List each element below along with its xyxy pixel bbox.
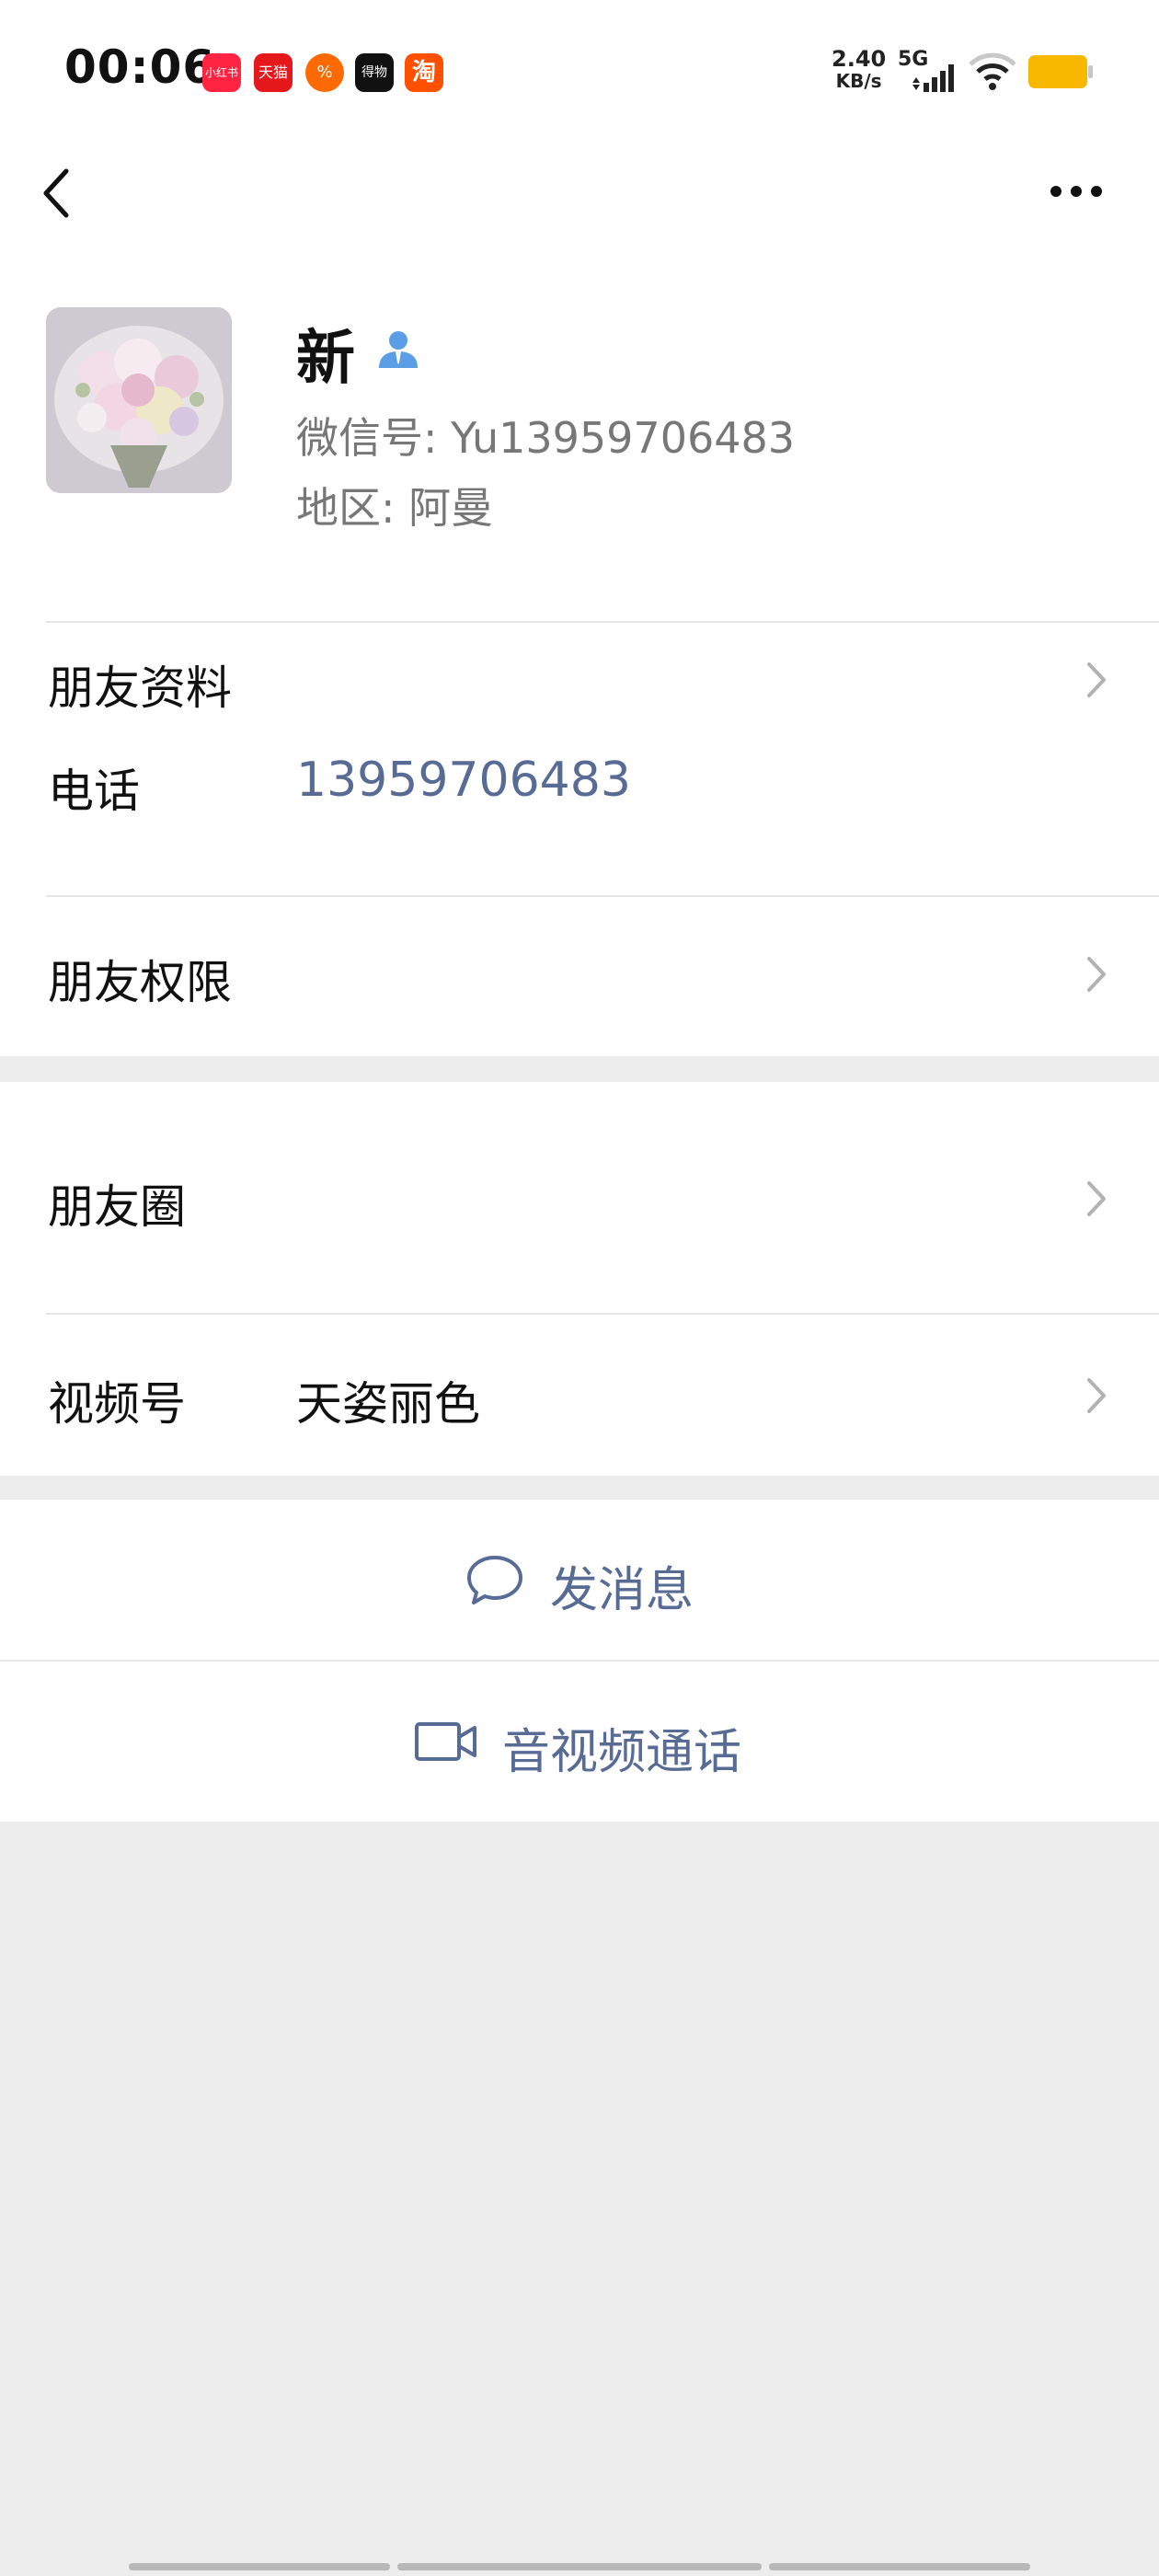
moments-label: 朋友圈 (48, 1180, 186, 1234)
chat-bubble-icon (467, 1556, 522, 1604)
moments-section: 朋友圈 视频号 天姿丽色 (0, 1082, 1159, 1476)
moments-row[interactable]: 朋友圈 (0, 1082, 1159, 1314)
taobao-app-icon: 淘 (405, 53, 443, 92)
friend-info-row[interactable]: 朋友资料 (0, 622, 1159, 723)
home-indicator[interactable] (769, 2563, 1030, 2570)
chevron-right-icon (1087, 662, 1106, 697)
home-indicator[interactable] (397, 2563, 762, 2570)
speed-value: 2.40 (832, 46, 887, 72)
send-message-button[interactable]: 发消息 (0, 1500, 1159, 1660)
flower-bouquet-image (46, 307, 232, 493)
avatar[interactable] (46, 307, 232, 493)
channels-row[interactable]: 视频号 天姿丽色 (0, 1314, 1159, 1476)
friend-permissions-row[interactable]: 朋友权限 (0, 896, 1159, 1054)
app-icon-orange: % (305, 53, 344, 92)
signal-icon (912, 64, 954, 92)
network-speed: 2.40 KB/s (832, 48, 886, 92)
section-gap (0, 1476, 1159, 1500)
profile-card: 新 微信号: Yu13959706483 地区: 阿曼 朋友资料 电话 1395… (0, 248, 1159, 1082)
chevron-right-icon (1087, 957, 1106, 992)
friend-permissions-label: 朋友权限 (48, 956, 232, 1009)
wifi-icon (969, 52, 1016, 90)
phone-number-link[interactable]: 13959706483 (296, 753, 631, 808)
region: 地区: 阿曼 (296, 483, 494, 533)
status-bar: 00:06 小红书 天猫 % 得物 淘 2.40 KB/s 5G (0, 0, 1159, 138)
back-icon[interactable] (33, 166, 88, 221)
contact-name: 新 (296, 325, 355, 393)
voice-video-call-button[interactable]: 音视频通话 (0, 1662, 1159, 1822)
chevron-right-icon (1087, 1181, 1106, 1216)
voice-video-call-label: 音视频通话 (502, 1725, 742, 1780)
home-indicator[interactable] (129, 2563, 390, 2570)
xiaohongshu-app-icon: 小红书 (202, 53, 241, 92)
more-options-icon[interactable] (1039, 166, 1113, 221)
phone-label: 电话 (48, 765, 140, 818)
contact-profile-screen: 00:06 小红书 天猫 % 得物 淘 2.40 KB/s 5G 新 微信号: … (0, 0, 1159, 2576)
channels-label: 视频号 (48, 1377, 186, 1431)
speed-unit: KB/s (835, 70, 882, 92)
tmall-app-icon: 天猫 (254, 53, 293, 92)
section-gap (0, 1056, 1159, 1082)
nav-bar (0, 138, 1159, 248)
friend-info-label: 朋友资料 (48, 661, 232, 715)
status-time: 00:06 (64, 40, 216, 94)
battery-icon (1028, 55, 1093, 88)
channels-value: 天姿丽色 (296, 1377, 480, 1431)
send-message-label: 发消息 (550, 1563, 694, 1618)
video-camera-icon (415, 1722, 476, 1761)
chevron-right-icon (1087, 1378, 1106, 1413)
dewu-app-icon: 得物 (355, 53, 394, 92)
wechat-id: 微信号: Yu13959706483 (296, 413, 796, 463)
phone-row: 电话 13959706483 (0, 723, 1159, 824)
contact-person-icon (379, 331, 418, 368)
